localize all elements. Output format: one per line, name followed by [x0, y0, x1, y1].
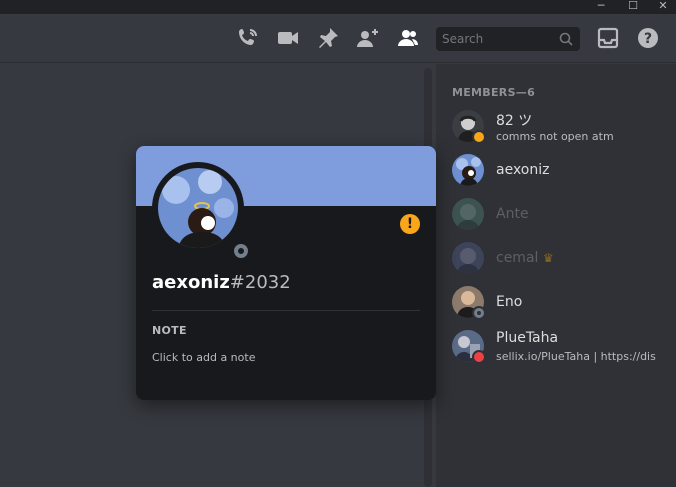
status-offline-icon [230, 240, 252, 262]
status-offline-icon [472, 306, 486, 320]
member-item-cemal[interactable]: cemal ♛ [452, 242, 672, 282]
close-button[interactable]: ✕ [652, 0, 674, 14]
member-custom-status: comms not open atm [496, 130, 614, 143]
member-item-eno[interactable]: Eno [452, 286, 672, 326]
member-item-aexoniz[interactable]: aexoniz [452, 154, 672, 194]
status-dnd-icon [472, 350, 486, 364]
maximize-button[interactable]: ☐ [622, 0, 644, 14]
warning-icon[interactable]: ! [400, 214, 420, 234]
discriminator-text: #2032 [229, 272, 291, 293]
member-name-text: cemal [496, 250, 539, 266]
window-titlebar: ─ ☐ ✕ [0, 0, 676, 14]
note-input[interactable]: Click to add a note [152, 351, 255, 364]
add-member-icon[interactable] [356, 26, 380, 50]
member-list-header: MEMBERS—6 [452, 86, 536, 99]
help-icon[interactable]: ? [636, 26, 660, 50]
crown-icon: ♛ [542, 251, 554, 265]
member-name: PlueTaha [496, 330, 559, 346]
minimize-button[interactable]: ─ [590, 0, 612, 14]
note-label: NOTE [152, 324, 187, 337]
member-item-ante[interactable]: Ante [452, 198, 672, 238]
member-item-82[interactable]: 82 ツ comms not open atm [452, 110, 672, 150]
profile-avatar[interactable] [158, 168, 238, 248]
search-box[interactable] [436, 27, 580, 51]
member-name: Ante [496, 206, 529, 222]
video-camera-icon[interactable] [276, 26, 300, 50]
member-list: MEMBERS—6 82 ツ comms not open atm aexoni… [436, 64, 676, 487]
member-item-pluetaha[interactable]: PlueTaha sellix.io/PlueTaha | https://di… [452, 330, 672, 370]
avatar [452, 198, 484, 230]
search-input[interactable] [442, 30, 554, 48]
username-text: aexoniz [152, 272, 230, 293]
pin-icon[interactable] [316, 26, 340, 50]
user-profile-popout: ! aexoniz#2032 NOTE Click to add a note [136, 146, 436, 400]
search-icon [558, 31, 574, 47]
help-glyph: ? [644, 31, 652, 47]
status-idle-icon [472, 130, 486, 144]
avatar [452, 154, 484, 186]
member-custom-status: sellix.io/PlueTaha | https://dis [496, 350, 656, 363]
member-name: 82 ツ [496, 113, 533, 129]
member-name: cemal ♛ [496, 250, 554, 266]
profile-username[interactable]: aexoniz#2032 [152, 272, 291, 293]
member-name: aexoniz [496, 162, 550, 178]
inbox-icon[interactable] [596, 26, 620, 50]
members-icon[interactable] [396, 26, 420, 50]
threads-call-icon[interactable] [236, 26, 260, 50]
profile-avatar-ring [152, 162, 252, 262]
divider [152, 310, 420, 311]
channel-toolbar: ? [0, 14, 676, 63]
member-name: Eno [496, 294, 523, 310]
avatar [452, 242, 484, 274]
